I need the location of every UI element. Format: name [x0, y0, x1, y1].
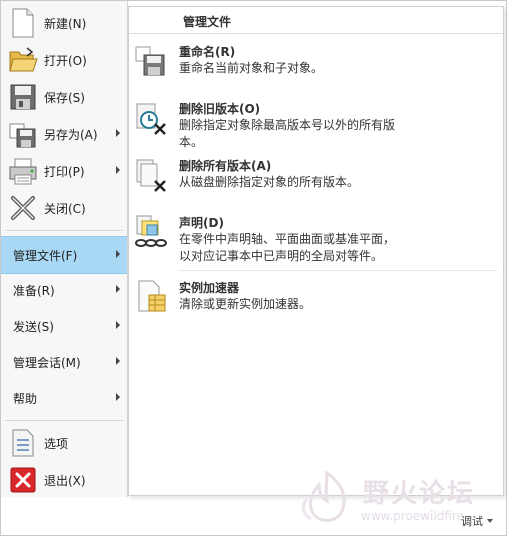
submenu-item-delete-all-versions[interactable]: 删除所有版本(A) 从磁盘删除指定对象的所有版本。 — [129, 157, 503, 207]
save-icon — [8, 82, 38, 112]
menu-item-label: 另存为(A) — [44, 127, 98, 142]
menu-item-label: 退出(X) — [44, 473, 86, 488]
submenu-arrow-icon — [116, 250, 120, 258]
options-icon — [8, 428, 38, 458]
submenu-item-title: 声明(D) — [179, 216, 224, 230]
menu-divider — [5, 230, 123, 231]
watermark-url: www.proewildfire — [361, 509, 464, 523]
menu-item-label: 发送(S) — [13, 319, 54, 334]
submenu-arrow-icon — [116, 321, 120, 329]
submenu-arrow-icon — [116, 357, 120, 365]
instance-accelerator-icon — [133, 279, 169, 315]
exit-icon — [8, 465, 38, 495]
menu-item-label: 保存(S) — [44, 90, 85, 105]
menu-item-label: 打印(P) — [44, 164, 85, 179]
submenu-item-description: 删除指定对象除最高版本号以外的所有版本。 — [179, 118, 396, 149]
menu-item-options[interactable]: 选项 — [1, 425, 127, 461]
menu-item-manage-session[interactable]: 管理会话(M) — [1, 344, 127, 380]
save-as-icon — [8, 119, 38, 149]
menu-item-help[interactable]: 帮助 — [1, 380, 127, 416]
menu-item-send[interactable]: 发送(S) — [1, 308, 127, 344]
submenu-item-title: 实例加速器 — [179, 281, 240, 295]
submenu-title-divider — [129, 33, 503, 34]
submenu-item-description: 从磁盘删除指定对象的所有版本。 — [179, 175, 360, 189]
menu-item-label: 新建(N) — [44, 16, 87, 31]
rename-icon — [133, 43, 169, 79]
submenu-divider — [179, 270, 497, 271]
submenu-arrow-icon — [116, 129, 120, 137]
delete-all-versions-icon — [133, 157, 169, 193]
chevron-down-icon — [487, 519, 493, 523]
menu-item-save[interactable]: 保存(S) — [1, 79, 127, 115]
submenu-item-title: 删除旧版本(O) — [179, 102, 261, 116]
menu-item-label: 帮助 — [13, 391, 38, 406]
debug-label: 调试 — [461, 515, 483, 528]
open-folder-icon — [8, 45, 38, 75]
submenu-arrow-icon — [116, 285, 120, 293]
menu-item-close[interactable]: 关闭(C) — [1, 190, 127, 226]
menu-item-label: 选项 — [44, 436, 69, 451]
submenu-item-instance-accelerator[interactable]: 实例加速器 清除或更新实例加速器。 — [129, 279, 503, 319]
menu-item-new[interactable]: 新建(N) — [1, 5, 127, 41]
submenu-title: 管理文件 — [183, 15, 232, 29]
menu-item-open[interactable]: 打开(O) — [1, 42, 127, 78]
submenu-item-description: 重命名当前对象和子对象。 — [179, 61, 324, 75]
menu-item-exit[interactable]: 退出(X) — [1, 462, 127, 498]
flame-logo-icon — [302, 470, 346, 522]
menu-item-label: 管理文件(F) — [13, 248, 78, 263]
menu-item-label: 管理会话(M) — [13, 355, 81, 370]
submenu-item-rename[interactable]: 重命名(R) 重命名当前对象和子对象。 — [129, 43, 503, 91]
file-menu-sidebar: 新建(N) 打开(O) 保存(S) 另存为(A) 打印(P) 关闭(C) 管理文… — [1, 1, 128, 497]
menu-item-label: 关闭(C) — [44, 201, 86, 216]
submenu-arrow-icon — [116, 393, 120, 401]
submenu-item-title: 重命名(R) — [179, 45, 236, 59]
menu-item-print[interactable]: 打印(P) — [1, 153, 127, 189]
submenu-item-description: 清除或更新实例加速器。 — [179, 297, 312, 311]
menu-item-manage-files[interactable]: 管理文件(F) — [1, 236, 127, 274]
submenu-item-declare[interactable]: 声明(D) 在零件中声明轴、平面曲面或基准平面，以对应记事本中已声明的全局对等件… — [129, 214, 503, 272]
submenu-item-delete-old-versions[interactable]: 删除旧版本(O) 删除指定对象除最高版本号以外的所有版本。 — [129, 100, 503, 156]
new-file-icon — [8, 8, 38, 38]
debug-dropdown[interactable]: 调试 — [461, 513, 493, 529]
menu-item-prepare[interactable]: 准备(R) — [1, 272, 127, 308]
delete-old-versions-icon — [133, 100, 169, 136]
declare-icon — [133, 214, 169, 250]
menu-item-label: 准备(R) — [13, 283, 55, 298]
menu-item-save-as[interactable]: 另存为(A) — [1, 116, 127, 152]
submenu-item-title: 删除所有版本(A) — [179, 159, 272, 173]
print-icon — [8, 156, 38, 186]
submenu-arrow-icon — [116, 166, 120, 174]
close-icon — [8, 193, 38, 223]
menu-item-label: 打开(O) — [44, 53, 87, 68]
menu-divider — [5, 420, 123, 421]
submenu-item-description: 在零件中声明轴、平面曲面或基准平面，以对应记事本中已声明的全局对等件。 — [179, 232, 396, 263]
file-menu-window: 新建(N) 打开(O) 保存(S) 另存为(A) 打印(P) 关闭(C) 管理文… — [0, 0, 507, 536]
watermark-text: 野火论坛 — [363, 479, 476, 509]
manage-files-submenu: 管理文件 重命名(R) 重命名当前对象和子对象。 删除旧版本(O) 删除指定对象… — [128, 6, 504, 496]
